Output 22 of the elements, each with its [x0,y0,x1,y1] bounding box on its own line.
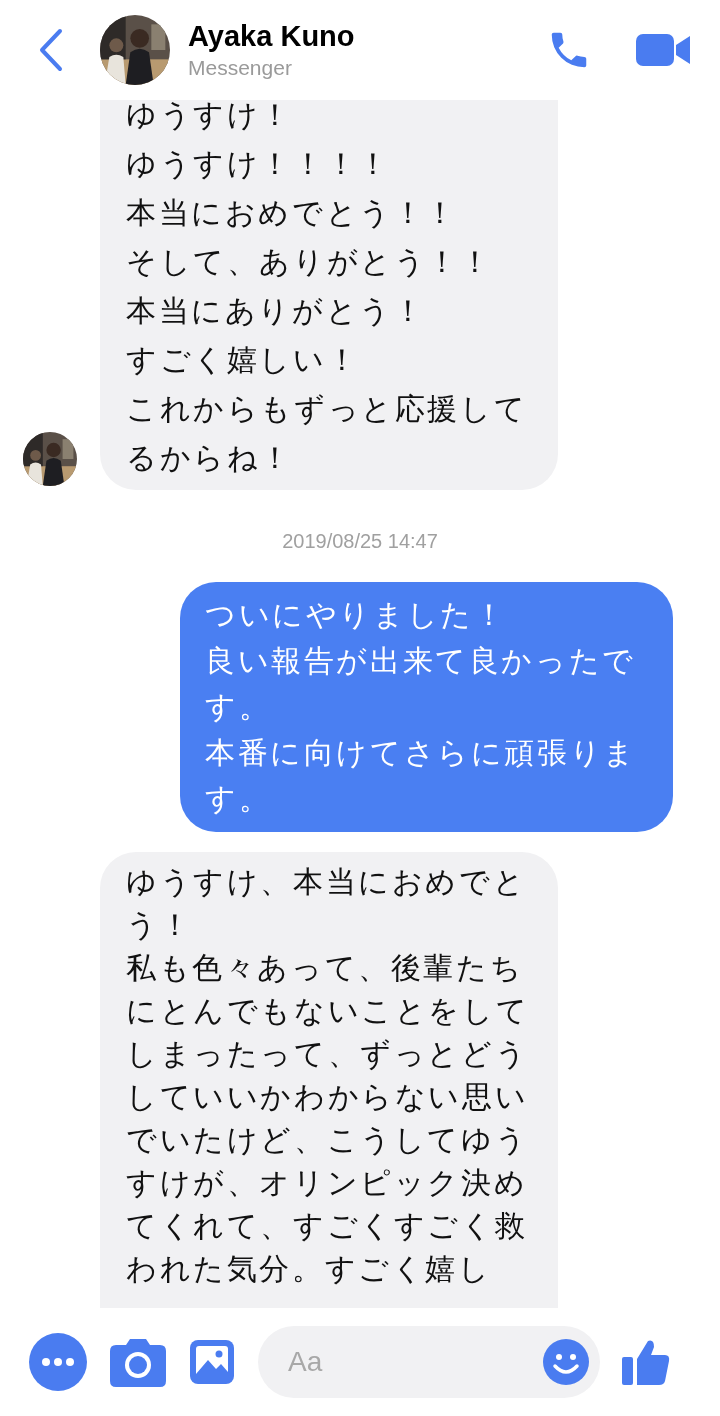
message-text: ゆうすけ！ [126,100,294,133]
message-text: 本当にありがとう！ [126,293,427,329]
message-text: 私も色々あって、後輩たちにとんでもないことをしてしまったって、ずっとどうしていいかわからない思いでいたけど、こうしてゆうすけが、オリンピック決めてくれて、すごくすごく救われた気分。すごく嬉し [126,950,531,1287]
contact-subtitle: Messenger [188,55,293,81]
message-text: 本当におめでとう！！ [126,195,459,231]
message-text: これからもずっと応援してるからね！ [126,391,529,476]
more-icon[interactable] [28,1332,88,1392]
image-icon[interactable] [188,1338,236,1386]
camera-icon[interactable] [110,1337,166,1387]
message-text: そして、ありがとう！！ [126,244,494,280]
emoji-icon[interactable] [542,1338,590,1386]
message-text: すごく嬉しい！ [126,342,361,378]
message-text: ゆうすけ！！！！ [126,146,392,182]
video-camera-icon[interactable] [636,32,690,68]
message-text: ゆうすけ、本当におめでとう！ [126,864,528,943]
contact-name: Ayaka Kuno [188,19,355,54]
message-text: ついにやりました！ [205,597,508,633]
message-text: 本番に向けてさらに頑張ります。 [205,735,638,817]
back-icon[interactable] [38,28,64,72]
message-input[interactable]: Aa [258,1326,600,1398]
message-text: 良い報告が出来て良かったです。 [205,643,637,725]
timestamp: 2019/08/25 14:47 [282,529,438,554]
